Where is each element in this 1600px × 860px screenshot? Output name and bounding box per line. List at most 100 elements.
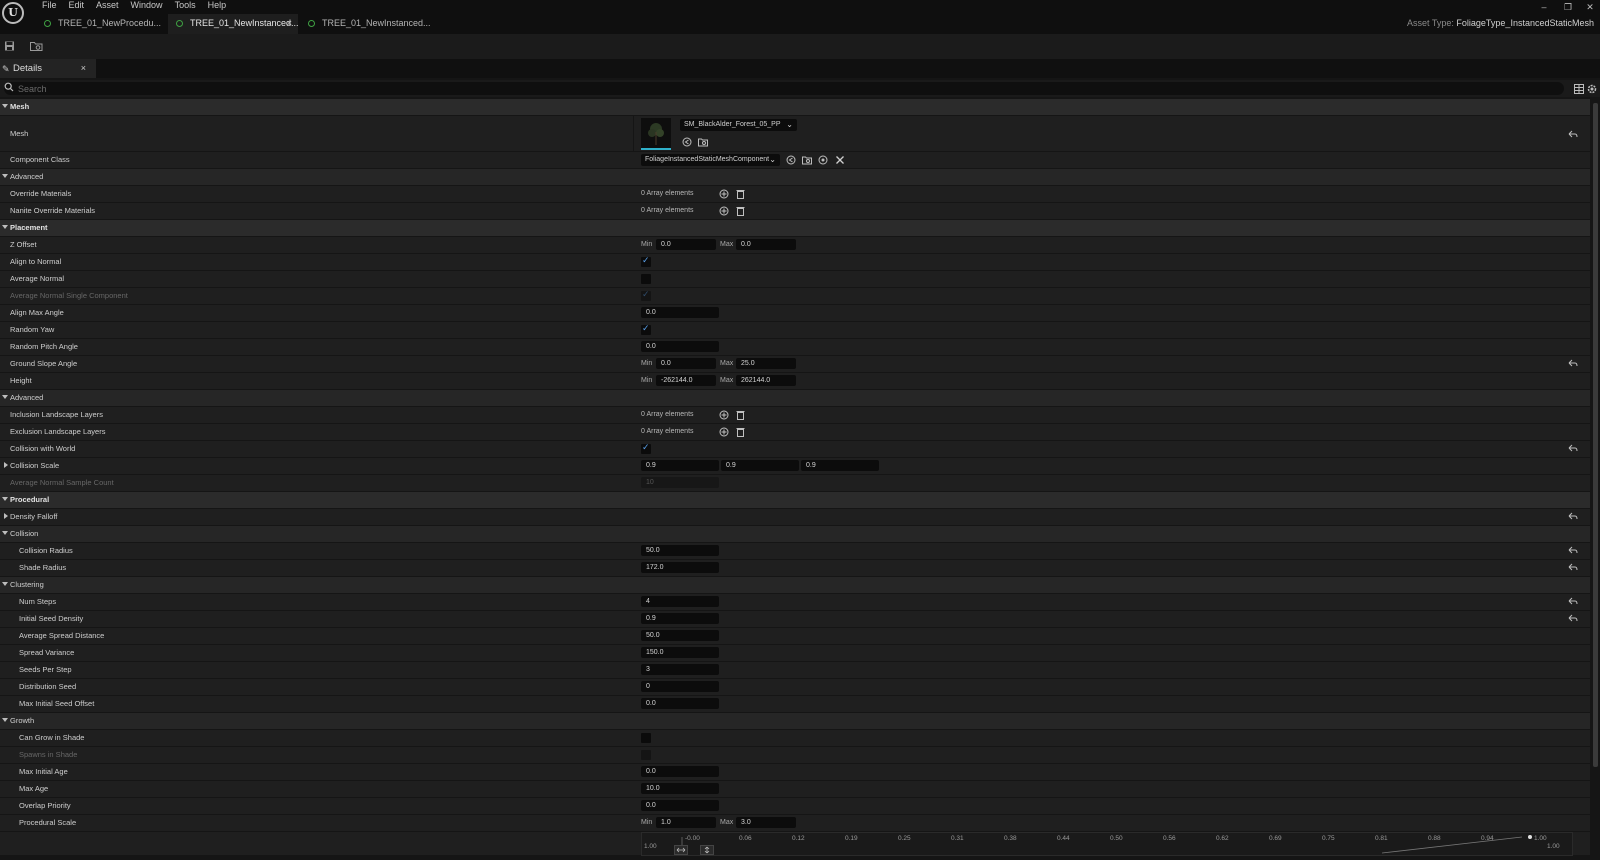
collapse-arrow-icon[interactable]	[2, 531, 8, 535]
max-initial-age-field[interactable]: 0.0	[641, 766, 719, 777]
menu-file[interactable]: File	[36, 0, 63, 11]
collapse-arrow-icon[interactable]	[2, 104, 8, 108]
restore-button[interactable]: ❐	[1562, 2, 1574, 12]
menu-window[interactable]: Window	[125, 0, 169, 11]
align-max-angle-field[interactable]: 0.0	[641, 307, 719, 318]
asset-type-value[interactable]: FoliageType_InstancedStaticMesh	[1456, 18, 1594, 28]
random-yaw-checkbox[interactable]	[641, 323, 651, 335]
fit-horizontal-icon[interactable]	[674, 845, 688, 855]
category-mesh[interactable]: Mesh	[0, 99, 1590, 116]
browse-icon[interactable]	[698, 137, 708, 147]
reset-to-default-icon[interactable]	[1568, 597, 1578, 606]
initial-seed-density-field[interactable]: 0.9	[641, 613, 719, 624]
category-procedural[interactable]: Procedural	[0, 492, 1590, 509]
unreal-logo-icon[interactable]: U	[2, 2, 24, 24]
trash-icon[interactable]	[736, 189, 745, 199]
scale-min-field[interactable]: 1.0	[656, 817, 716, 828]
vertical-scrollbar[interactable]	[1593, 103, 1598, 767]
z-offset-min-field[interactable]: 0.0	[656, 239, 716, 250]
average-spread-distance-field[interactable]: 50.0	[641, 630, 719, 641]
collapse-arrow-icon[interactable]	[2, 395, 8, 399]
collapse-arrow-icon[interactable]	[2, 497, 8, 501]
max-initial-seed-offset-field[interactable]: 0.0	[641, 698, 719, 709]
use-selected-icon[interactable]	[786, 155, 796, 165]
fit-vertical-icon[interactable]	[700, 845, 714, 855]
browse-icon[interactable]	[802, 155, 812, 165]
collapse-arrow-icon[interactable]	[2, 174, 8, 178]
collision-scale-x-field[interactable]: 0.9	[641, 460, 719, 471]
pick-actor-icon[interactable]	[818, 155, 828, 165]
table-view-icon[interactable]	[1574, 84, 1584, 94]
expand-arrow-icon[interactable]	[4, 462, 8, 468]
clear-icon[interactable]	[835, 155, 845, 165]
menu-asset[interactable]: Asset	[90, 0, 125, 11]
collision-scale-y-field[interactable]: 0.9	[721, 460, 799, 471]
reset-to-default-icon[interactable]	[1568, 512, 1578, 521]
z-offset-max-field[interactable]: 0.0	[736, 239, 796, 250]
menu-tools[interactable]: Tools	[169, 0, 202, 11]
height-min-field[interactable]: -262144.0	[656, 375, 716, 386]
reset-to-default-icon[interactable]	[1568, 563, 1578, 572]
reset-to-default-icon[interactable]	[1568, 444, 1578, 453]
category-placement[interactable]: Placement	[0, 220, 1590, 237]
details-tab[interactable]: ✎ Details ×	[0, 59, 96, 78]
details-close-icon[interactable]: ×	[81, 59, 86, 78]
ground-slope-max-field[interactable]: 25.0	[736, 358, 796, 369]
collapse-arrow-icon[interactable]	[2, 582, 8, 586]
component-class-dropdown[interactable]: FoliageInstancedStaticMeshComponent ⌄	[641, 154, 780, 166]
collision-scale-z-field[interactable]: 0.9	[801, 460, 879, 471]
collapse-arrow-icon[interactable]	[2, 718, 8, 722]
align-to-normal-checkbox[interactable]	[641, 255, 651, 267]
expand-arrow-icon[interactable]	[4, 513, 8, 519]
trash-icon[interactable]	[736, 206, 745, 216]
minimize-button[interactable]: –	[1538, 2, 1550, 12]
tab-instanced-active[interactable]: TREE_01_NewInstanced... ×	[168, 14, 299, 34]
spread-variance-field[interactable]: 150.0	[641, 647, 719, 658]
category-clustering[interactable]: Clustering	[0, 577, 1590, 594]
close-window-button[interactable]: ✕	[1584, 2, 1596, 12]
reset-to-default-icon[interactable]	[1568, 614, 1578, 623]
trash-icon[interactable]	[736, 427, 745, 437]
reset-to-default-icon[interactable]	[1568, 546, 1578, 555]
random-pitch-angle-field[interactable]: 0.0	[641, 341, 719, 352]
max-age-field[interactable]: 10.0	[641, 783, 719, 794]
category-growth[interactable]: Growth	[0, 713, 1590, 730]
curve-editor[interactable]: 1.00 -0.00 0.06 0.12 0.19 0.25 0.31 0.38…	[641, 832, 1573, 856]
add-element-icon[interactable]	[719, 410, 729, 420]
category-advanced[interactable]: Advanced	[0, 390, 1590, 407]
collision-radius-field[interactable]: 50.0	[641, 545, 719, 556]
average-normal-checkbox[interactable]	[641, 274, 651, 284]
ground-slope-min-field[interactable]: 0.0	[656, 358, 716, 369]
collapse-arrow-icon[interactable]	[2, 225, 8, 229]
reset-to-default-icon[interactable]	[1568, 359, 1578, 368]
seeds-per-step-field[interactable]: 3	[641, 664, 719, 675]
category-collision[interactable]: Collision	[0, 526, 1590, 543]
reset-to-default-icon[interactable]	[1568, 130, 1578, 139]
add-element-icon[interactable]	[719, 189, 729, 199]
scale-max-field[interactable]: 3.0	[736, 817, 796, 828]
mesh-thumbnail[interactable]	[641, 118, 671, 150]
tab-close-icon[interactable]: ×	[287, 14, 292, 33]
use-selected-icon[interactable]	[682, 137, 692, 147]
menu-edit[interactable]: Edit	[63, 0, 91, 11]
distribution-seed-field[interactable]: 0	[641, 681, 719, 692]
menu-help[interactable]: Help	[202, 0, 233, 11]
add-element-icon[interactable]	[719, 427, 729, 437]
can-grow-in-shade-checkbox[interactable]	[641, 733, 651, 743]
height-max-field[interactable]: 262144.0	[736, 375, 796, 386]
category-advanced[interactable]: Advanced	[0, 169, 1590, 186]
overlap-priority-field[interactable]: 0.0	[641, 800, 719, 811]
column-divider[interactable]	[633, 116, 634, 151]
num-steps-field[interactable]: 4	[641, 596, 719, 607]
tab-instanced[interactable]: TREE_01_NewInstanced...	[300, 14, 431, 34]
mesh-dropdown[interactable]: SM_BlackAlder_Forest_05_PP ⌄	[680, 119, 797, 131]
collision-with-world-checkbox[interactable]	[641, 442, 651, 454]
add-element-icon[interactable]	[719, 206, 729, 216]
browse-content-icon[interactable]	[30, 41, 43, 51]
tab-procedural[interactable]: TREE_01_NewProcedu...	[36, 14, 166, 34]
shade-radius-field[interactable]: 172.0	[641, 562, 719, 573]
gear-icon[interactable]	[1586, 83, 1598, 95]
search-input[interactable]	[4, 82, 1564, 95]
save-icon[interactable]	[4, 41, 15, 51]
trash-icon[interactable]	[736, 410, 745, 420]
